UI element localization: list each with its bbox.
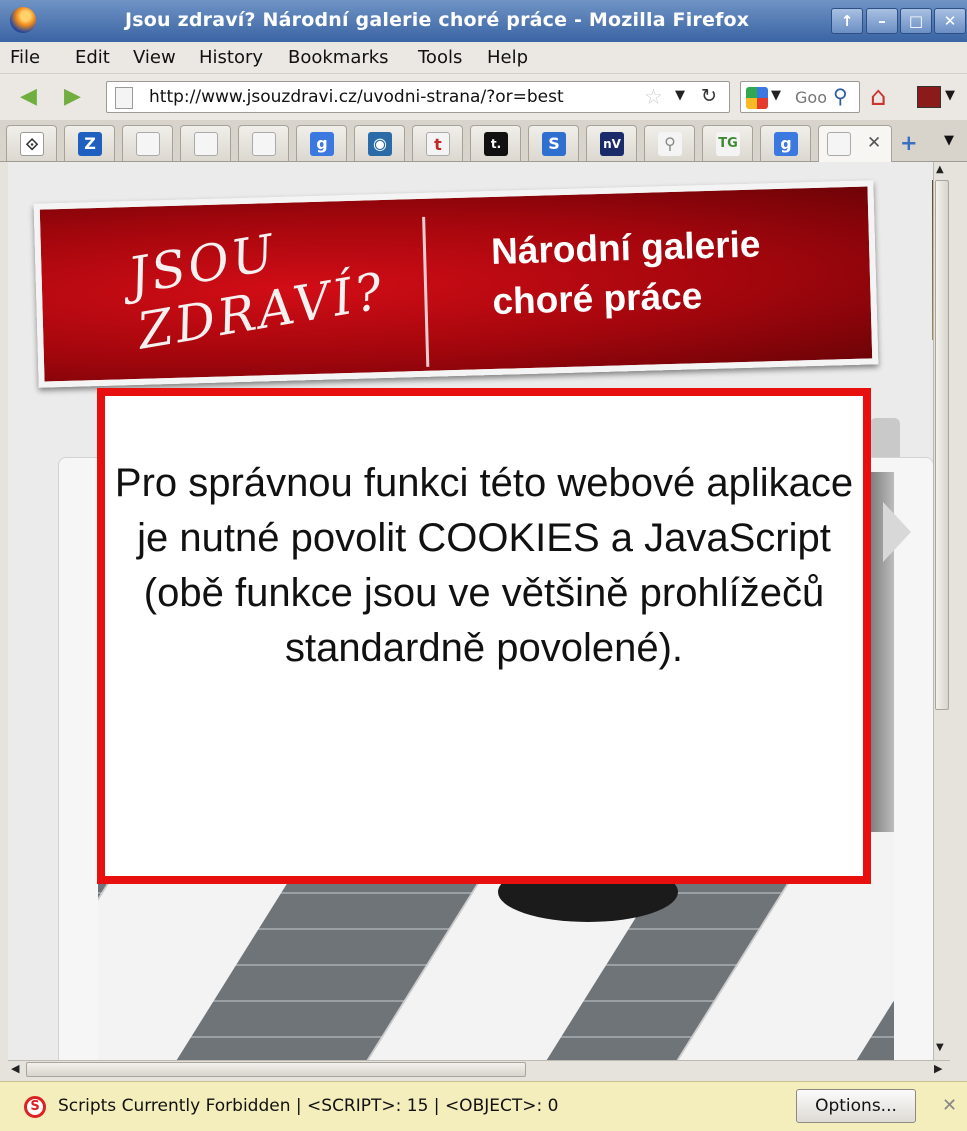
horizontal-scroll-thumb[interactable]	[26, 1062, 526, 1077]
card-tab-decoration	[870, 418, 900, 458]
window-close-button[interactable]: ✕	[934, 8, 966, 34]
tab-favicon-icon: ◉	[368, 132, 392, 156]
bookmark-star-icon[interactable]: ☆	[644, 85, 663, 109]
forward-arrow-icon[interactable]: ▶	[64, 85, 92, 109]
tab-13[interactable]: TG	[702, 125, 753, 161]
firefox-logo-icon	[10, 7, 36, 33]
search-input[interactable]	[793, 85, 833, 109]
tab-8[interactable]: t	[412, 125, 463, 161]
tab-6[interactable]: g	[296, 125, 347, 161]
url-history-dropdown-icon[interactable]: ▼	[675, 88, 685, 103]
tab-favicon-icon: Z	[78, 132, 102, 156]
menu-file[interactable]: File	[10, 47, 40, 68]
tab-favicon-icon	[194, 132, 218, 156]
menu-edit[interactable]: Edit	[75, 47, 110, 68]
tab-favicon-icon: ⚲	[658, 132, 682, 156]
reload-icon[interactable]: ↻	[701, 85, 717, 107]
site-slogan: Národní galerie choré práce	[490, 223, 761, 322]
tab-close-icon[interactable]: ✕	[867, 133, 881, 153]
tab-11[interactable]: nV	[586, 125, 637, 161]
horizontal-scrollbar[interactable]: ◀ ▶	[8, 1060, 950, 1078]
extension-dropdown-icon[interactable]: ▼	[945, 88, 955, 103]
tab-favicon-icon: ⟐	[20, 132, 44, 156]
url-bar[interactable]: ☆ ▼ ↻	[106, 81, 730, 113]
tab-3[interactable]	[122, 125, 173, 161]
banner-divider	[422, 216, 430, 367]
tab-favicon-icon: S	[542, 132, 566, 156]
tab-2[interactable]: Z	[64, 125, 115, 161]
noscript-message: Scripts Currently Forbidden | <SCRIPT>: …	[58, 1096, 559, 1116]
tab-favicon-icon: g	[310, 132, 334, 156]
tab-9[interactable]: t.	[470, 125, 521, 161]
back-arrow-icon[interactable]: ◀	[20, 85, 48, 109]
tab-favicon-icon: t	[426, 132, 450, 156]
tab-favicon-icon	[136, 132, 160, 156]
window-titlebar[interactable]: Jsou zdraví? Národní galerie choré práce…	[0, 0, 967, 42]
tab-active[interactable]: ✕	[818, 125, 892, 162]
google-search-engine-icon[interactable]	[746, 87, 768, 109]
menu-tools[interactable]: Tools	[418, 47, 462, 68]
options-button[interactable]: Options...	[796, 1089, 916, 1123]
extension-icon[interactable]	[917, 86, 941, 108]
menu-history[interactable]: History	[199, 47, 263, 68]
menu-view[interactable]: View	[133, 47, 176, 68]
vertical-scroll-thumb[interactable]	[935, 180, 949, 710]
scroll-right-icon[interactable]: ▶	[934, 1062, 942, 1075]
noscript-icon[interactable]: S	[24, 1096, 46, 1118]
url-input[interactable]	[147, 84, 617, 110]
navigation-toolbar: ◀ ▶ ☆ ▼ ↻ ▼ ⚲ ⌂ ▼	[0, 74, 967, 120]
new-tab-icon[interactable]: +	[900, 131, 918, 155]
search-magnifier-icon[interactable]: ⚲	[833, 84, 848, 108]
tab-favicon-icon: g	[774, 132, 798, 156]
tab-favicon-icon	[252, 132, 276, 156]
window-maximize-button[interactable]: □	[900, 8, 932, 34]
menu-bookmarks[interactable]: Bookmarks	[288, 47, 389, 68]
menu-help[interactable]: Help	[487, 47, 528, 68]
site-logo[interactable]: JSOU ZDRAVÍ?	[124, 208, 389, 360]
scroll-down-icon[interactable]: ▼	[936, 1042, 944, 1053]
notice-text: Pro správnou funkci této webové aplikace…	[114, 461, 854, 670]
window-title: Jsou zdraví? Národní galerie choré práce…	[125, 9, 750, 31]
scroll-up-icon[interactable]: ▲	[936, 164, 944, 175]
tab-favicon-icon: t.	[484, 132, 508, 156]
tab-12[interactable]: ⚲	[644, 125, 695, 161]
tab-14[interactable]: g	[760, 125, 811, 161]
search-box[interactable]: ▼ ⚲	[740, 81, 860, 113]
tab-favicon-icon: TG	[716, 132, 740, 156]
menu-bar: File Edit View History Bookmarks Tools H…	[0, 42, 967, 74]
site-banner[interactable]: JSOU ZDRAVÍ? Národní galerie choré práce	[33, 180, 879, 388]
search-engine-dropdown-icon[interactable]: ▼	[771, 88, 781, 103]
page-viewport: JSOU ZDRAVÍ? Národní galerie choré práce…	[8, 162, 933, 1060]
tab-strip: ⟐ Z g ◉ t t. S nV ⚲ TG g ✕ + ▼	[0, 120, 967, 162]
scroll-left-icon[interactable]: ◀	[11, 1062, 19, 1075]
notification-close-icon[interactable]: ✕	[942, 1095, 957, 1116]
noscript-notification-bar: S Scripts Currently Forbidden | <SCRIPT>…	[0, 1081, 967, 1131]
tab-favicon-icon	[827, 132, 851, 156]
tab-favicon-icon: nV	[600, 132, 624, 156]
tab-10[interactable]: S	[528, 125, 579, 161]
cookies-javascript-notice: Pro správnou funkci této webové aplikace…	[97, 388, 871, 884]
next-photo-arrow-icon[interactable]	[883, 502, 911, 562]
home-icon[interactable]: ⌂	[870, 82, 887, 112]
tab-1[interactable]: ⟐	[6, 125, 57, 161]
window-raise-button[interactable]: ↑	[831, 8, 863, 34]
page-icon	[115, 87, 133, 109]
tab-list-dropdown-icon[interactable]: ▼	[944, 133, 954, 148]
tab-5[interactable]	[238, 125, 289, 161]
vertical-scrollbar[interactable]: ▲ ▼	[933, 162, 950, 1060]
tab-4[interactable]	[180, 125, 231, 161]
window-minimize-button[interactable]: –	[866, 8, 898, 34]
tab-7[interactable]: ◉	[354, 125, 405, 161]
